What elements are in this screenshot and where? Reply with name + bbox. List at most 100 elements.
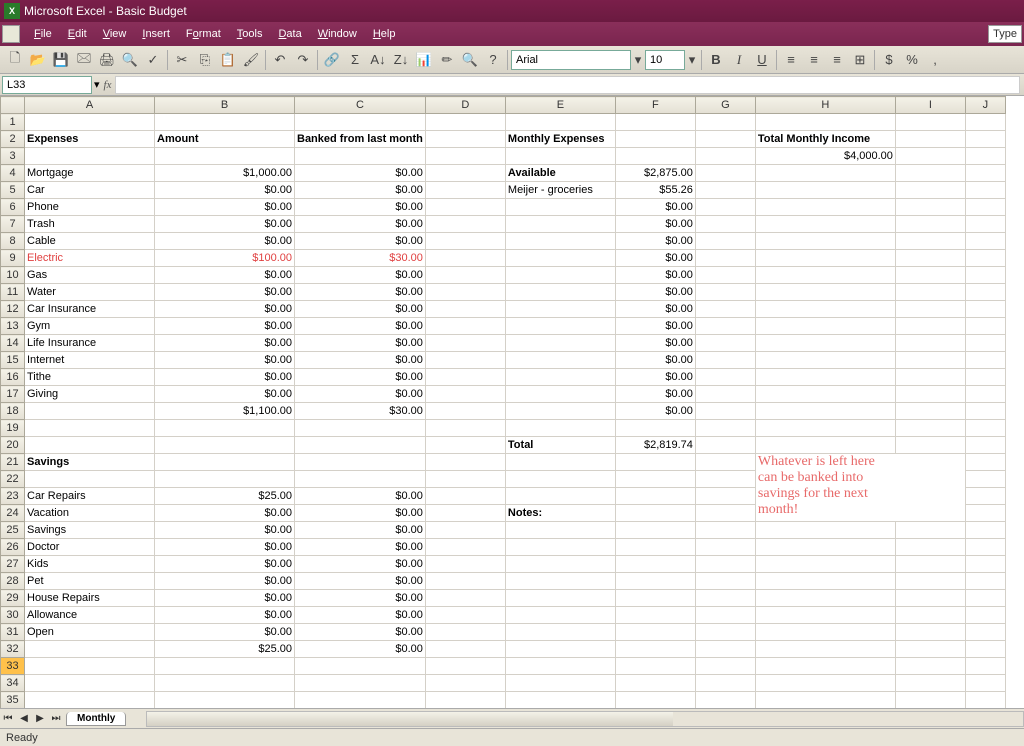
align-left-icon[interactable]: ≡: [780, 49, 802, 71]
menu-format[interactable]: Format: [178, 26, 229, 42]
tab-nav-last-icon[interactable]: ⏭: [48, 713, 64, 724]
cell[interactable]: [695, 624, 755, 641]
cell[interactable]: [25, 420, 155, 437]
cell[interactable]: Tithe: [25, 369, 155, 386]
row-header[interactable]: 19: [1, 420, 25, 437]
cell[interactable]: $0.00: [155, 590, 295, 607]
cell[interactable]: [295, 148, 426, 165]
cell[interactable]: [615, 692, 695, 709]
cell[interactable]: [505, 114, 615, 131]
grid-row[interactable]: 28Pet$0.00$0.00: [1, 573, 1006, 590]
cell[interactable]: [965, 318, 1005, 335]
format-painter-icon[interactable]: 🖌: [240, 49, 262, 71]
cell[interactable]: [425, 182, 505, 199]
cell[interactable]: [895, 352, 965, 369]
cell[interactable]: [615, 607, 695, 624]
cell[interactable]: [25, 403, 155, 420]
cell[interactable]: [895, 335, 965, 352]
menu-view[interactable]: View: [95, 26, 135, 42]
grid-row[interactable]: 30Allowance$0.00$0.00: [1, 607, 1006, 624]
cell[interactable]: [895, 165, 965, 182]
cell[interactable]: Phone: [25, 199, 155, 216]
cell[interactable]: $0.00: [155, 199, 295, 216]
grid-row[interactable]: 29House Repairs$0.00$0.00: [1, 590, 1006, 607]
row-header[interactable]: 26: [1, 539, 25, 556]
cell[interactable]: [895, 318, 965, 335]
cell[interactable]: [965, 573, 1005, 590]
row-header[interactable]: 33: [1, 658, 25, 675]
cell[interactable]: [695, 250, 755, 267]
cell[interactable]: $0.00: [615, 301, 695, 318]
cell[interactable]: $0.00: [295, 301, 426, 318]
cell[interactable]: [895, 624, 965, 641]
cell[interactable]: Internet: [25, 352, 155, 369]
cell[interactable]: [425, 284, 505, 301]
cell[interactable]: [25, 658, 155, 675]
cell[interactable]: $100.00: [155, 250, 295, 267]
cell[interactable]: [25, 148, 155, 165]
cell[interactable]: [965, 386, 1005, 403]
cell[interactable]: [695, 607, 755, 624]
row-header[interactable]: 22: [1, 471, 25, 488]
cell[interactable]: $0.00: [295, 182, 426, 199]
cell[interactable]: [615, 148, 695, 165]
cell[interactable]: [615, 573, 695, 590]
drawing-icon[interactable]: ✏: [436, 49, 458, 71]
cell[interactable]: [425, 437, 505, 454]
row-header[interactable]: 18: [1, 403, 25, 420]
cell[interactable]: [425, 165, 505, 182]
cell[interactable]: Life Insurance: [25, 335, 155, 352]
cell[interactable]: $0.00: [295, 607, 426, 624]
grid-row[interactable]: 6Phone$0.00$0.00$0.00: [1, 199, 1006, 216]
autosum-icon[interactable]: Σ: [344, 49, 366, 71]
grid-row[interactable]: 3$4,000.00: [1, 148, 1006, 165]
cell[interactable]: [695, 471, 755, 488]
cell[interactable]: [755, 539, 895, 556]
grid-row[interactable]: 4Mortgage$1,000.00$0.00Available$2,875.0…: [1, 165, 1006, 182]
underline-button[interactable]: U: [751, 49, 773, 71]
cell[interactable]: [425, 335, 505, 352]
cell[interactable]: [505, 488, 615, 505]
cell[interactable]: Gym: [25, 318, 155, 335]
cell[interactable]: [755, 437, 895, 454]
cell[interactable]: [695, 522, 755, 539]
cell[interactable]: [895, 675, 965, 692]
cell[interactable]: [695, 556, 755, 573]
cell[interactable]: [755, 573, 895, 590]
cell[interactable]: $0.00: [295, 335, 426, 352]
cell[interactable]: [755, 590, 895, 607]
row-header[interactable]: 21: [1, 454, 25, 471]
cell[interactable]: [25, 437, 155, 454]
sort-desc-icon[interactable]: Z↓: [390, 49, 412, 71]
cell[interactable]: [895, 284, 965, 301]
row-header[interactable]: 12: [1, 301, 25, 318]
cell[interactable]: $30.00: [295, 403, 426, 420]
cell[interactable]: Car Insurance: [25, 301, 155, 318]
cell[interactable]: [755, 607, 895, 624]
cell[interactable]: [425, 692, 505, 709]
cell[interactable]: Doctor: [25, 539, 155, 556]
menu-tools[interactable]: Tools: [229, 26, 271, 42]
print-icon[interactable]: 🖨: [96, 49, 118, 71]
cell[interactable]: [965, 250, 1005, 267]
row-header[interactable]: 23: [1, 488, 25, 505]
cell[interactable]: $2,875.00: [615, 165, 695, 182]
grid-row[interactable]: 1: [1, 114, 1006, 131]
cell[interactable]: [155, 437, 295, 454]
cell[interactable]: [505, 675, 615, 692]
cell[interactable]: [755, 267, 895, 284]
cell[interactable]: [755, 403, 895, 420]
cell[interactable]: $0.00: [615, 335, 695, 352]
document-icon[interactable]: [2, 25, 20, 43]
cell[interactable]: $0.00: [155, 233, 295, 250]
cell[interactable]: [615, 471, 695, 488]
grid-row[interactable]: 17Giving$0.00$0.00$0.00: [1, 386, 1006, 403]
cell[interactable]: [965, 590, 1005, 607]
cell[interactable]: $25.00: [155, 488, 295, 505]
cell[interactable]: $0.00: [615, 369, 695, 386]
sort-asc-icon[interactable]: A↓: [367, 49, 389, 71]
cell[interactable]: [695, 114, 755, 131]
cell[interactable]: [965, 607, 1005, 624]
cell[interactable]: $0.00: [155, 369, 295, 386]
name-box[interactable]: L33: [2, 76, 92, 94]
